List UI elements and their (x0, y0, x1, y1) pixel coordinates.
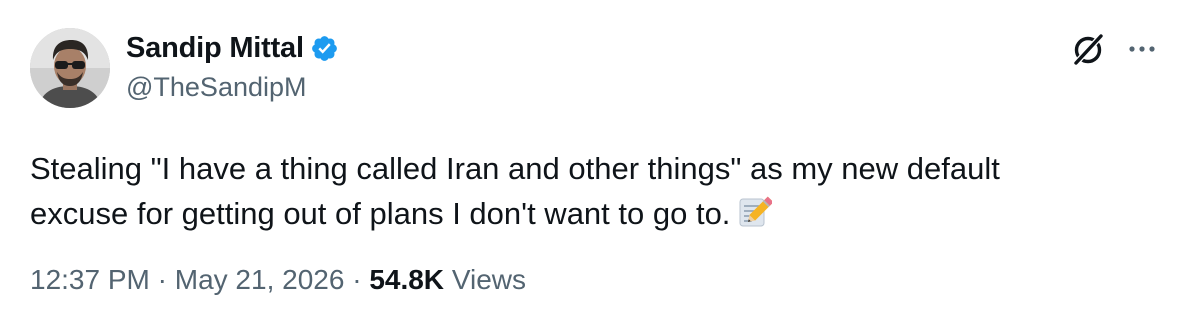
tweet-meta: 12:37 PM · May 21, 2026 · 54.8K Views (30, 264, 526, 296)
meta-separator: · (157, 264, 167, 295)
views-count: 54.8K (369, 264, 445, 295)
memo-emoji-icon (736, 194, 774, 230)
tweet-card: Sandip Mittal @TheSandipM Stealing "I ha… (0, 0, 1188, 334)
tweet-date[interactable]: May 21, 2026 (175, 264, 345, 295)
grok-icon[interactable] (1068, 30, 1108, 70)
tweet-text: Stealing "I have a thing called Iran and… (30, 146, 1150, 236)
more-options-icon[interactable] (1124, 34, 1160, 62)
views-label: Views (451, 264, 526, 295)
author-handle[interactable]: @TheSandipM (126, 72, 307, 103)
verified-badge-icon[interactable] (310, 34, 339, 63)
author-display-name[interactable]: Sandip Mittal (126, 32, 304, 65)
avatar[interactable] (30, 28, 110, 108)
tweet-text-line-2: excuse for getting out of plans I don't … (30, 191, 1150, 236)
meta-separator-2: · (352, 264, 362, 295)
avatar-image (30, 28, 110, 108)
author-name-row: Sandip Mittal (126, 29, 339, 67)
tweet-text-line-1: Stealing "I have a thing called Iran and… (30, 151, 1000, 186)
tweet-time[interactable]: 12:37 PM (30, 264, 150, 295)
tweet-text-line-2-content: excuse for getting out of plans I don't … (30, 196, 731, 231)
